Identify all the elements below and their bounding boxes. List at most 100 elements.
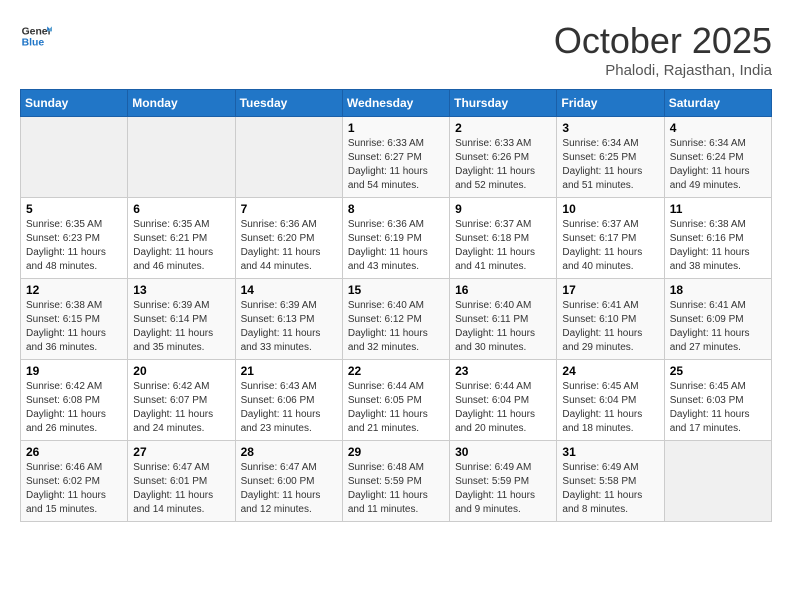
location-subtitle: Phalodi, Rajasthan, India <box>554 62 772 79</box>
day-number: 8 <box>348 202 444 216</box>
day-number: 9 <box>455 202 551 216</box>
calendar-cell: 1Sunrise: 6:33 AMSunset: 6:27 PMDaylight… <box>342 117 449 198</box>
day-number: 28 <box>241 445 337 459</box>
day-number: 30 <box>455 445 551 459</box>
day-info: Sunrise: 6:42 AMSunset: 6:08 PMDaylight:… <box>26 380 122 436</box>
weekday-header-sunday: Sunday <box>21 90 128 117</box>
day-info: Sunrise: 6:41 AMSunset: 6:10 PMDaylight:… <box>562 299 658 355</box>
calendar-cell: 4 Sunrise: 6:34 AMSunset: 6:24 PMDaylight… <box>664 117 771 198</box>
day-number: 6 <box>133 202 229 216</box>
month-title: October 2025 <box>554 20 772 62</box>
day-number: 23 <box>455 364 551 378</box>
calendar-cell: 14 Sunrise: 6:39 AMSunset: 6:13 PMDayligh… <box>235 279 342 360</box>
day-number: 14 <box>241 283 337 297</box>
calendar-week-row: 12 Sunrise: 6:38 AMSunset: 6:15 PMDayligh… <box>21 279 772 360</box>
day-info: Sunrise: 6:46 AMSunset: 6:02 PMDaylight:… <box>26 461 122 517</box>
calendar-week-row: 1Sunrise: 6:33 AMSunset: 6:27 PMDaylight… <box>21 117 772 198</box>
day-number: 16 <box>455 283 551 297</box>
day-number: 2 <box>455 121 551 135</box>
day-number: 22 <box>348 364 444 378</box>
day-number: 4 <box>670 121 766 135</box>
day-number: 29 <box>348 445 444 459</box>
day-info: Sunrise: 6:33 AMSunset: 6:26 PMDaylight:… <box>455 137 551 193</box>
calendar-cell: 22 Sunrise: 6:44 AMSunset: 6:05 PMDayligh… <box>342 360 449 441</box>
weekday-header-monday: Monday <box>128 90 235 117</box>
day-info: Sunrise: 6:45 AMSunset: 6:04 PMDaylight:… <box>562 380 658 436</box>
calendar-cell: 9Sunrise: 6:37 AMSunset: 6:18 PMDaylight… <box>450 198 557 279</box>
day-number: 17 <box>562 283 658 297</box>
calendar-cell: 2 Sunrise: 6:33 AMSunset: 6:26 PMDaylight… <box>450 117 557 198</box>
day-number: 26 <box>26 445 122 459</box>
calendar-cell: 17 Sunrise: 6:41 AMSunset: 6:10 PMDayligh… <box>557 279 664 360</box>
day-number: 18 <box>670 283 766 297</box>
day-info: Sunrise: 6:42 AMSunset: 6:07 PMDaylight:… <box>133 380 229 436</box>
logo: General Blue <box>20 20 52 52</box>
day-number: 11 <box>670 202 766 216</box>
day-info: Sunrise: 6:38 AMSunset: 6:16 PMDaylight:… <box>670 218 766 274</box>
calendar-cell: 10Sunrise: 6:37 AMSunset: 6:17 PMDayligh… <box>557 198 664 279</box>
day-number: 27 <box>133 445 229 459</box>
day-info: Sunrise: 6:36 AMSunset: 6:20 PMDaylight:… <box>241 218 337 274</box>
day-info: Sunrise: 6:37 AMSunset: 6:17 PMDaylight:… <box>562 218 658 274</box>
calendar-cell <box>21 117 128 198</box>
day-number: 13 <box>133 283 229 297</box>
calendar-cell: 6 Sunrise: 6:35 AMSunset: 6:21 PMDaylight… <box>128 198 235 279</box>
calendar-cell: 7 Sunrise: 6:36 AMSunset: 6:20 PMDaylight… <box>235 198 342 279</box>
weekday-header-saturday: Saturday <box>664 90 771 117</box>
title-block: October 2025 Phalodi, Rajasthan, India <box>554 20 772 79</box>
calendar-cell: 16Sunrise: 6:40 AMSunset: 6:11 PMDayligh… <box>450 279 557 360</box>
calendar-cell: 19 Sunrise: 6:42 AMSunset: 6:08 PMDayligh… <box>21 360 128 441</box>
day-info: Sunrise: 6:39 AMSunset: 6:14 PMDaylight:… <box>133 299 229 355</box>
calendar-cell: 5Sunrise: 6:35 AMSunset: 6:23 PMDaylight… <box>21 198 128 279</box>
day-info: Sunrise: 6:48 AMSunset: 5:59 PMDaylight:… <box>348 461 444 517</box>
day-info: Sunrise: 6:44 AMSunset: 6:05 PMDaylight:… <box>348 380 444 436</box>
day-info: Sunrise: 6:43 AMSunset: 6:06 PMDaylight:… <box>241 380 337 436</box>
calendar-cell: 30Sunrise: 6:49 AMSunset: 5:59 PMDayligh… <box>450 441 557 522</box>
day-info: Sunrise: 6:41 AMSunset: 6:09 PMDaylight:… <box>670 299 766 355</box>
day-info: Sunrise: 6:40 AMSunset: 6:12 PMDaylight:… <box>348 299 444 355</box>
day-info: Sunrise: 6:39 AMSunset: 6:13 PMDaylight:… <box>241 299 337 355</box>
calendar-cell <box>235 117 342 198</box>
day-number: 20 <box>133 364 229 378</box>
day-number: 19 <box>26 364 122 378</box>
day-info: Sunrise: 6:38 AMSunset: 6:15 PMDaylight:… <box>26 299 122 355</box>
day-info: Sunrise: 6:35 AMSunset: 6:23 PMDaylight:… <box>26 218 122 274</box>
day-info: Sunrise: 6:36 AMSunset: 6:19 PMDaylight:… <box>348 218 444 274</box>
weekday-header-wednesday: Wednesday <box>342 90 449 117</box>
day-info: Sunrise: 6:34 AMSunset: 6:25 PMDaylight:… <box>562 137 658 193</box>
calendar-cell: 25Sunrise: 6:45 AMSunset: 6:03 PMDayligh… <box>664 360 771 441</box>
calendar-cell: 24 Sunrise: 6:45 AMSunset: 6:04 PMDayligh… <box>557 360 664 441</box>
day-info: Sunrise: 6:35 AMSunset: 6:21 PMDaylight:… <box>133 218 229 274</box>
day-number: 12 <box>26 283 122 297</box>
day-number: 1 <box>348 121 444 135</box>
calendar-cell: 26 Sunrise: 6:46 AMSunset: 6:02 PMDayligh… <box>21 441 128 522</box>
day-info: Sunrise: 6:34 AMSunset: 6:24 PMDaylight:… <box>670 137 766 193</box>
calendar-week-row: 5Sunrise: 6:35 AMSunset: 6:23 PMDaylight… <box>21 198 772 279</box>
logo-icon: General Blue <box>20 20 52 52</box>
day-number: 24 <box>562 364 658 378</box>
calendar-cell: 12 Sunrise: 6:38 AMSunset: 6:15 PMDayligh… <box>21 279 128 360</box>
day-number: 7 <box>241 202 337 216</box>
calendar-week-row: 26 Sunrise: 6:46 AMSunset: 6:02 PMDayligh… <box>21 441 772 522</box>
weekday-header-thursday: Thursday <box>450 90 557 117</box>
weekday-header-friday: Friday <box>557 90 664 117</box>
calendar-cell: 31Sunrise: 6:49 AMSunset: 5:58 PMDayligh… <box>557 441 664 522</box>
page-header: General Blue October 2025 Phalodi, Rajas… <box>20 20 772 79</box>
calendar-cell: 15 Sunrise: 6:40 AMSunset: 6:12 PMDayligh… <box>342 279 449 360</box>
calendar-cell: 27 Sunrise: 6:47 AMSunset: 6:01 PMDayligh… <box>128 441 235 522</box>
calendar-cell: 11 Sunrise: 6:38 AMSunset: 6:16 PMDayligh… <box>664 198 771 279</box>
day-number: 15 <box>348 283 444 297</box>
calendar-table: SundayMondayTuesdayWednesdayThursdayFrid… <box>20 89 772 522</box>
day-number: 31 <box>562 445 658 459</box>
day-number: 3 <box>562 121 658 135</box>
calendar-cell: 8 Sunrise: 6:36 AMSunset: 6:19 PMDaylight… <box>342 198 449 279</box>
calendar-cell: 3 Sunrise: 6:34 AMSunset: 6:25 PMDaylight… <box>557 117 664 198</box>
calendar-week-row: 19 Sunrise: 6:42 AMSunset: 6:08 PMDayligh… <box>21 360 772 441</box>
calendar-cell: 13 Sunrise: 6:39 AMSunset: 6:14 PMDayligh… <box>128 279 235 360</box>
day-info: Sunrise: 6:47 AMSunset: 6:01 PMDaylight:… <box>133 461 229 517</box>
day-info: Sunrise: 6:44 AMSunset: 6:04 PMDaylight:… <box>455 380 551 436</box>
calendar-cell: 20 Sunrise: 6:42 AMSunset: 6:07 PMDayligh… <box>128 360 235 441</box>
calendar-cell: 23 Sunrise: 6:44 AMSunset: 6:04 PMDayligh… <box>450 360 557 441</box>
calendar-cell: 28Sunrise: 6:47 AMSunset: 6:00 PMDayligh… <box>235 441 342 522</box>
calendar-cell <box>128 117 235 198</box>
